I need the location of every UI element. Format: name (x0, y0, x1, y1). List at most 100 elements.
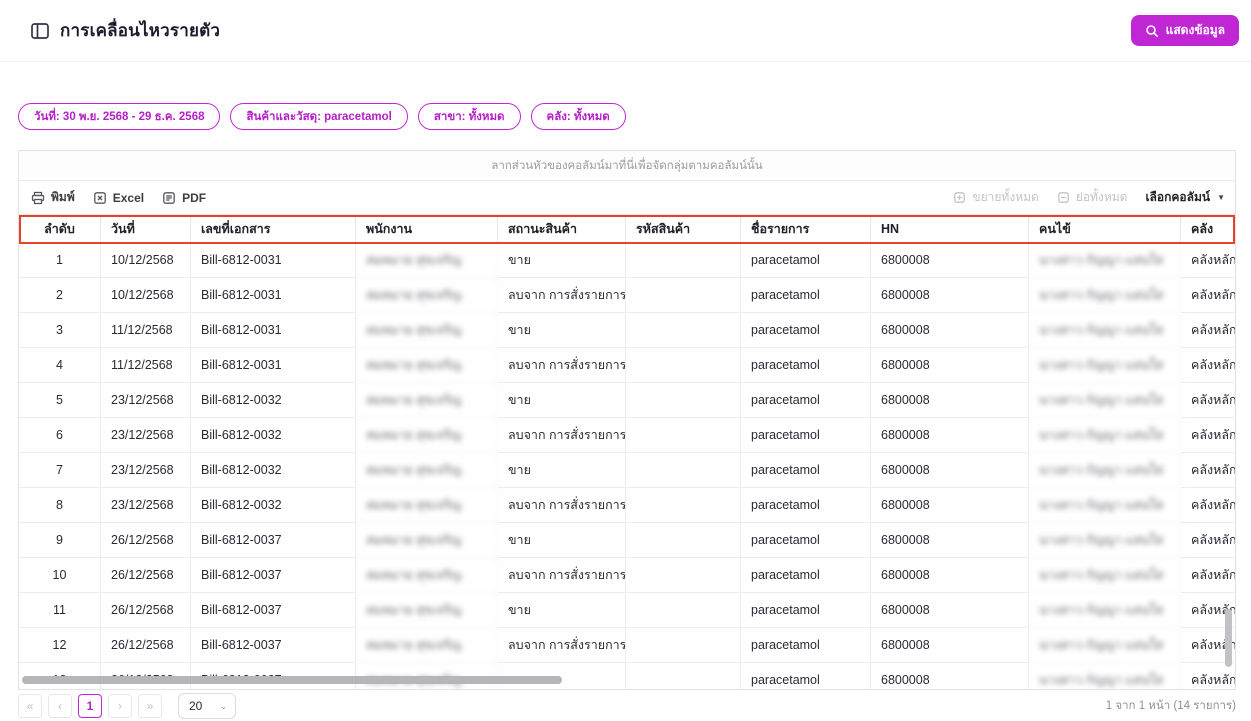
table-row[interactable]: 12 26/12/2568 Bill-6812-0037 สมหมาย สุขเ… (19, 628, 1236, 663)
column-header-hn[interactable]: HN (871, 215, 1029, 243)
vertical-scrollbar-thumb[interactable] (1225, 609, 1232, 667)
cell-status: ขาย (498, 593, 626, 628)
next-page-button[interactable]: › (108, 694, 132, 718)
cell-employee: สมหมาย สุขเจริญ (356, 243, 498, 278)
cell-doc-no: Bill-6812-0037 (191, 593, 356, 628)
cell-item-name: paracetamol (741, 523, 871, 558)
cell-code (626, 593, 741, 628)
filter-chip-date[interactable]: วันที่: 30 พ.ย. 2568 - 29 ธ.ค. 2568 (18, 103, 220, 130)
pdf-icon (162, 191, 176, 205)
filter-chip-warehouse[interactable]: คลัง: ทั้งหมด (531, 103, 626, 130)
table-row[interactable]: 10 26/12/2568 Bill-6812-0037 สมหมาย สุขเ… (19, 558, 1236, 593)
filter-chips-row: วันที่: 30 พ.ย. 2568 - 29 ธ.ค. 2568 สินค… (18, 103, 1233, 130)
cell-doc-no: Bill-6812-0037 (191, 558, 356, 593)
cell-warehouse: คลังหลัก (1181, 453, 1236, 488)
table-row[interactable]: 11 26/12/2568 Bill-6812-0037 สมหมาย สุขเ… (19, 593, 1236, 628)
table-row[interactable]: 2 10/12/2568 Bill-6812-0031 สมหมาย สุขเจ… (19, 278, 1236, 313)
column-header-patient[interactable]: คนไข้ (1029, 215, 1181, 243)
cell-code (626, 663, 741, 690)
cell-hn: 6800008 (871, 348, 1029, 383)
cell-hn: 6800008 (871, 593, 1029, 628)
cell-date: 11/12/2568 (101, 313, 191, 348)
printer-icon (31, 191, 45, 205)
cell-doc-no: Bill-6812-0032 (191, 453, 356, 488)
cell-doc-no: Bill-6812-0037 (191, 523, 356, 558)
grid-view-buttons: ขยายทั้งหมด ย่อทั้งหมด เลือกคอลัมน์ ▼ (953, 188, 1225, 207)
cell-code (626, 628, 741, 663)
cell-date: 10/12/2568 (101, 278, 191, 313)
cell-no: 11 (19, 593, 101, 628)
collapse-all-button[interactable]: ย่อทั้งหมด (1057, 188, 1128, 207)
page-size-select[interactable]: 20 ⌄ (178, 693, 236, 719)
cell-date: 10/12/2568 (101, 243, 191, 278)
choose-columns-button[interactable]: เลือกคอลัมน์ ▼ (1145, 188, 1225, 207)
column-header-no[interactable]: ลำดับ (19, 215, 101, 243)
show-data-button[interactable]: แสดงข้อมูล (1131, 15, 1239, 46)
column-header-employee[interactable]: พนักงาน (356, 215, 498, 243)
cell-code (626, 313, 741, 348)
prev-page-button[interactable]: ‹ (48, 694, 72, 718)
column-header-status[interactable]: สถานะสินค้า (498, 215, 626, 243)
cell-warehouse: คลังหลัก (1181, 243, 1236, 278)
cell-hn: 6800008 (871, 558, 1029, 593)
pagination-controls: « ‹ 1 › » 20 ⌄ (18, 693, 236, 719)
horizontal-scrollbar-thumb[interactable] (22, 676, 562, 684)
last-page-button[interactable]: » (138, 694, 162, 718)
cell-hn: 6800008 (871, 313, 1029, 348)
cell-employee: สมหมาย สุขเจริญ (356, 383, 498, 418)
excel-export-button[interactable]: Excel (93, 191, 144, 205)
column-header-warehouse[interactable]: คลัง (1181, 215, 1236, 243)
column-header-doc-no[interactable]: เลขที่เอกสาร (191, 215, 356, 243)
cell-no: 6 (19, 418, 101, 453)
table-row[interactable]: 8 23/12/2568 Bill-6812-0032 สมหมาย สุขเจ… (19, 488, 1236, 523)
cell-no: 7 (19, 453, 101, 488)
cell-no: 12 (19, 628, 101, 663)
first-page-button[interactable]: « (18, 694, 42, 718)
cell-no: 4 (19, 348, 101, 383)
cell-no: 9 (19, 523, 101, 558)
filter-chip-product[interactable]: สินค้าและวัสดุ: paracetamol (230, 103, 407, 130)
top-bar: การเคลื่อนไหวรายตัว แสดงข้อมูล (0, 0, 1251, 62)
filter-chip-branch[interactable]: สาขา: ทั้งหมด (418, 103, 521, 130)
table-row[interactable]: 9 26/12/2568 Bill-6812-0037 สมหมาย สุขเจ… (19, 523, 1236, 558)
cell-patient: นางสาว กัญญา แสนใส (1029, 313, 1181, 348)
cell-patient: นางสาว กัญญา แสนใส (1029, 418, 1181, 453)
column-header-code[interactable]: รหัสสินค้า (626, 215, 741, 243)
expand-all-button[interactable]: ขยายทั้งหมด (953, 188, 1038, 207)
table-header-row: ลำดับ วันที่ เลขที่เอกสาร พนักงาน สถานะส… (19, 215, 1236, 243)
cell-status: ลบจาก การสั่งรายการ (498, 488, 626, 523)
print-button[interactable]: พิมพ์ (31, 188, 75, 207)
cell-warehouse: คลังหลัก (1181, 313, 1236, 348)
column-header-item-name[interactable]: ชื่อรายการ (741, 215, 871, 243)
cell-employee: สมหมาย สุขเจริญ (356, 523, 498, 558)
pdf-export-button[interactable]: PDF (162, 191, 206, 205)
collapse-all-label: ย่อทั้งหมด (1076, 188, 1128, 207)
table-row[interactable]: 6 23/12/2568 Bill-6812-0032 สมหมาย สุขเจ… (19, 418, 1236, 453)
cell-hn: 6800008 (871, 488, 1029, 523)
table-row[interactable]: 7 23/12/2568 Bill-6812-0032 สมหมาย สุขเจ… (19, 453, 1236, 488)
column-header-date[interactable]: วันที่ (101, 215, 191, 243)
cell-warehouse: คลังหลัก (1181, 348, 1236, 383)
table-row[interactable]: 1 10/12/2568 Bill-6812-0031 สมหมาย สุขเจ… (19, 243, 1236, 278)
cell-item-name: paracetamol (741, 628, 871, 663)
table-row[interactable]: 3 11/12/2568 Bill-6812-0031 สมหมาย สุขเจ… (19, 313, 1236, 348)
cell-item-name: paracetamol (741, 593, 871, 628)
cell-code (626, 523, 741, 558)
cell-doc-no: Bill-6812-0032 (191, 383, 356, 418)
cell-status: ขาย (498, 313, 626, 348)
table-row[interactable]: 4 11/12/2568 Bill-6812-0031 สมหมาย สุขเจ… (19, 348, 1236, 383)
cell-patient: นางสาว กัญญา แสนใส (1029, 593, 1181, 628)
print-button-label: พิมพ์ (51, 188, 75, 207)
pagination-bar: « ‹ 1 › » 20 ⌄ 1 จาก 1 หน้า (14 รายการ) (18, 693, 1236, 719)
table-row[interactable]: 5 23/12/2568 Bill-6812-0032 สมหมาย สุขเจ… (19, 383, 1236, 418)
cell-date: 23/12/2568 (101, 383, 191, 418)
cell-code (626, 348, 741, 383)
cell-no: 10 (19, 558, 101, 593)
page-1-button[interactable]: 1 (78, 694, 102, 718)
cell-item-name: paracetamol (741, 488, 871, 523)
cell-warehouse: คลังหลัก (1181, 418, 1236, 453)
cell-status: ขาย (498, 523, 626, 558)
show-data-button-label: แสดงข้อมูล (1166, 21, 1225, 40)
cell-patient: นางสาว กัญญา แสนใส (1029, 558, 1181, 593)
cell-item-name: paracetamol (741, 558, 871, 593)
